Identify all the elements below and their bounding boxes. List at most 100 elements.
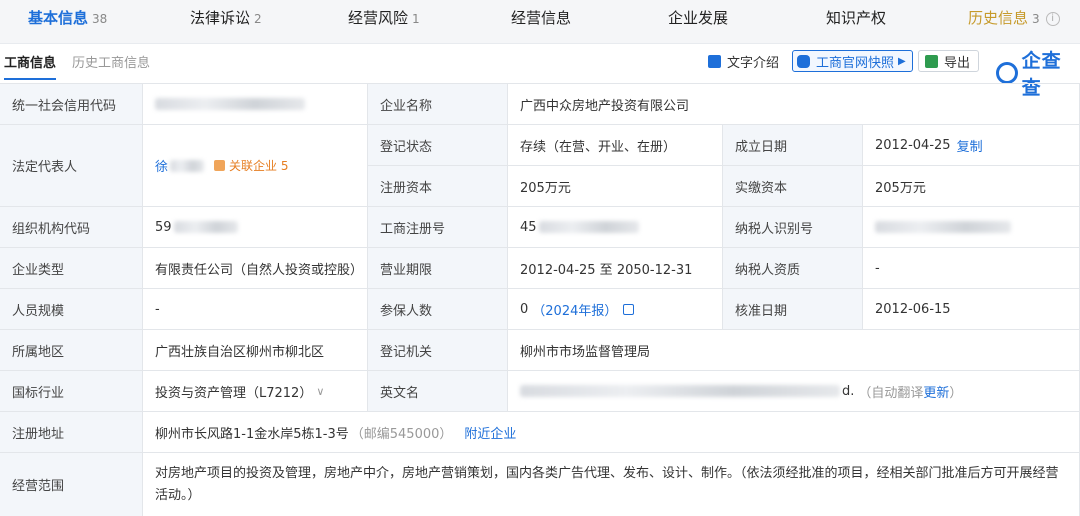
link-icon bbox=[214, 160, 226, 171]
paid-capital-value: 205万元 bbox=[863, 166, 1080, 207]
tab-development[interactable]: 企业发展 bbox=[668, 0, 728, 44]
tab-legal[interactable]: 法律诉讼 2 bbox=[190, 0, 262, 44]
update-link[interactable]: 更新 bbox=[923, 382, 949, 401]
reg-status-value: 存续（在营、开业、在册） bbox=[508, 125, 723, 166]
term-label: 营业期限 bbox=[368, 248, 508, 289]
biz-reg-no-label: 工商注册号 bbox=[368, 207, 508, 248]
org-code-value: 59 bbox=[143, 207, 368, 248]
found-date-label: 成立日期 bbox=[723, 125, 863, 166]
scope-value: 对房地产项目的投资及管理，房地产中介，房地产营销策划，国内各类广告代理、发布、设… bbox=[143, 453, 1080, 516]
top-tab-bar: 基本信息 38 法律诉讼 2 经营风险 1 经营信息 企业发展 知识产权 历史信息 3 i bbox=[0, 0, 1080, 44]
staff-size-value: - bbox=[143, 289, 368, 330]
info-icon[interactable]: i bbox=[1045, 11, 1060, 26]
text-intro-label: 文字介绍 bbox=[727, 55, 780, 71]
tab-label: 基本信息 bbox=[28, 9, 89, 27]
redacted-credit-code bbox=[155, 98, 305, 110]
found-date-text: 2012-04-25 bbox=[875, 137, 951, 153]
tab-risk[interactable]: 经营风险 1 bbox=[348, 0, 420, 44]
address-text: 柳州市长风路1-1金水岸5栋1-3号 bbox=[155, 426, 349, 442]
auto-translate-label: （自动翻译 bbox=[858, 385, 924, 401]
subtab-history-business-info[interactable]: 历史工商信息 bbox=[72, 52, 150, 71]
redacted-org-code bbox=[173, 221, 238, 233]
legal-rep-name[interactable]: 徐 bbox=[155, 156, 168, 175]
company-type-label: 企业类型 bbox=[0, 248, 143, 289]
credit-code-label: 统一社会信用代码 bbox=[0, 84, 143, 125]
taxpayer-id-label: 纳税人识别号 bbox=[723, 207, 863, 248]
related-companies-badge[interactable]: 关联企业 5 bbox=[214, 157, 288, 174]
english-name-label: 英文名 bbox=[368, 371, 508, 412]
document-icon bbox=[708, 54, 721, 68]
company-type-value: 有限责任公司（自然人投资或控股） bbox=[143, 248, 368, 289]
industry-label: 国标行业 bbox=[0, 371, 143, 412]
official-snapshot-button[interactable]: 工商官网快照 ▶ bbox=[792, 50, 913, 72]
redacted-biz-reg-no bbox=[538, 221, 639, 233]
company-name-label: 企业名称 bbox=[368, 84, 508, 125]
subtab-row: 工商信息 历史工商信息 文字介绍 工商官网快照 ▶ 导出 企查查 bbox=[0, 44, 1080, 99]
industry-text: 投资与资产管理（L7212） bbox=[155, 385, 313, 401]
nearby-companies-link[interactable]: 附近企业 bbox=[464, 423, 516, 442]
tab-label: 经营信息 bbox=[511, 9, 572, 27]
export-label: 导出 bbox=[944, 55, 971, 71]
snapshot-icon bbox=[797, 54, 810, 68]
tab-business[interactable]: 经营信息 bbox=[511, 0, 571, 44]
region-label: 所属地区 bbox=[0, 330, 143, 371]
english-name-tail: d. bbox=[842, 383, 855, 399]
credit-code-value bbox=[143, 84, 368, 125]
scope-label: 经营范围 bbox=[0, 453, 143, 516]
staff-size-label: 人员规模 bbox=[0, 289, 143, 330]
tab-basic-info[interactable]: 基本信息 38 bbox=[28, 0, 107, 44]
company-name-value: 广西中众房地产投资有限公司 bbox=[508, 84, 1080, 125]
copy-link[interactable]: 复制 bbox=[957, 136, 983, 155]
chevron-down-icon: ∨ bbox=[316, 384, 325, 398]
tab-label: 法律诉讼 bbox=[190, 9, 251, 27]
chevron-right-icon: ▶ bbox=[898, 55, 906, 67]
insured-value: 0 （2024年报） bbox=[508, 289, 723, 330]
tab-label: 历史信息 bbox=[968, 9, 1029, 27]
tab-count: 38 bbox=[92, 12, 108, 26]
export-button[interactable]: 导出 bbox=[918, 50, 980, 72]
redacted-name bbox=[170, 159, 205, 172]
logo-mark-icon bbox=[996, 62, 1018, 84]
tab-count: 1 bbox=[412, 12, 420, 26]
excel-icon bbox=[925, 54, 938, 68]
tax-qual-label: 纳税人资质 bbox=[723, 248, 863, 289]
approve-date-label: 核准日期 bbox=[723, 289, 863, 330]
tab-count: 2 bbox=[254, 12, 262, 26]
text-intro-button[interactable]: 文字介绍 bbox=[708, 50, 779, 72]
reg-authority-value: 柳州市市场监督管理局 bbox=[508, 330, 1080, 371]
tab-label: 企业发展 bbox=[668, 9, 729, 27]
region-value: 广西壮族自治区柳州市柳北区 bbox=[143, 330, 368, 371]
paid-capital-label: 实缴资本 bbox=[723, 166, 863, 207]
postcode: （邮编545000） bbox=[350, 426, 453, 442]
insured-year-link[interactable]: （2024年报） bbox=[532, 300, 617, 319]
subtab-business-info[interactable]: 工商信息 bbox=[4, 52, 57, 80]
address-label: 注册地址 bbox=[0, 412, 143, 453]
reg-capital-label: 注册资本 bbox=[368, 166, 508, 207]
chart-icon[interactable] bbox=[623, 303, 635, 315]
tab-ip[interactable]: 知识产权 bbox=[826, 0, 886, 44]
approve-date-value: 2012-06-15 bbox=[863, 289, 1080, 330]
english-name-value: d. （自动翻译 更新 ） bbox=[508, 371, 1080, 412]
org-code-label: 组织机构代码 bbox=[0, 207, 143, 248]
business-info-table: 统一社会信用代码 企业名称 广西中众房地产投资有限公司 法定代表人 徐 关联企业… bbox=[0, 83, 1080, 516]
legal-rep-label: 法定代表人 bbox=[0, 125, 143, 207]
tax-qual-value: - bbox=[863, 248, 1080, 289]
biz-reg-no-prefix: 45 bbox=[520, 219, 537, 235]
tab-label: 经营风险 bbox=[348, 9, 409, 27]
redacted-taxpayer-id bbox=[875, 221, 1011, 233]
reg-authority-label: 登记机关 bbox=[368, 330, 508, 371]
tab-count: 3 bbox=[1032, 12, 1040, 26]
redacted-english-name bbox=[520, 385, 840, 397]
reg-capital-value: 205万元 bbox=[508, 166, 723, 207]
tab-history[interactable]: 历史信息 3 i bbox=[968, 0, 1060, 44]
biz-reg-no-value: 45 bbox=[508, 207, 723, 248]
tab-label: 知识产权 bbox=[826, 9, 887, 27]
taxpayer-id-value bbox=[863, 207, 1080, 248]
address-value: 柳州市长风路1-1金水岸5栋1-3号 （邮编545000） 附近企业 bbox=[143, 412, 1080, 453]
related-companies-label: 关联企业 5 bbox=[229, 159, 289, 173]
reg-status-label: 登记状态 bbox=[368, 125, 508, 166]
auto-translate-end: ） bbox=[949, 385, 963, 401]
org-code-prefix: 59 bbox=[155, 219, 172, 235]
term-value: 2012-04-25 至 2050-12-31 bbox=[508, 248, 723, 289]
industry-value[interactable]: 投资与资产管理（L7212） ∨ bbox=[143, 371, 368, 412]
